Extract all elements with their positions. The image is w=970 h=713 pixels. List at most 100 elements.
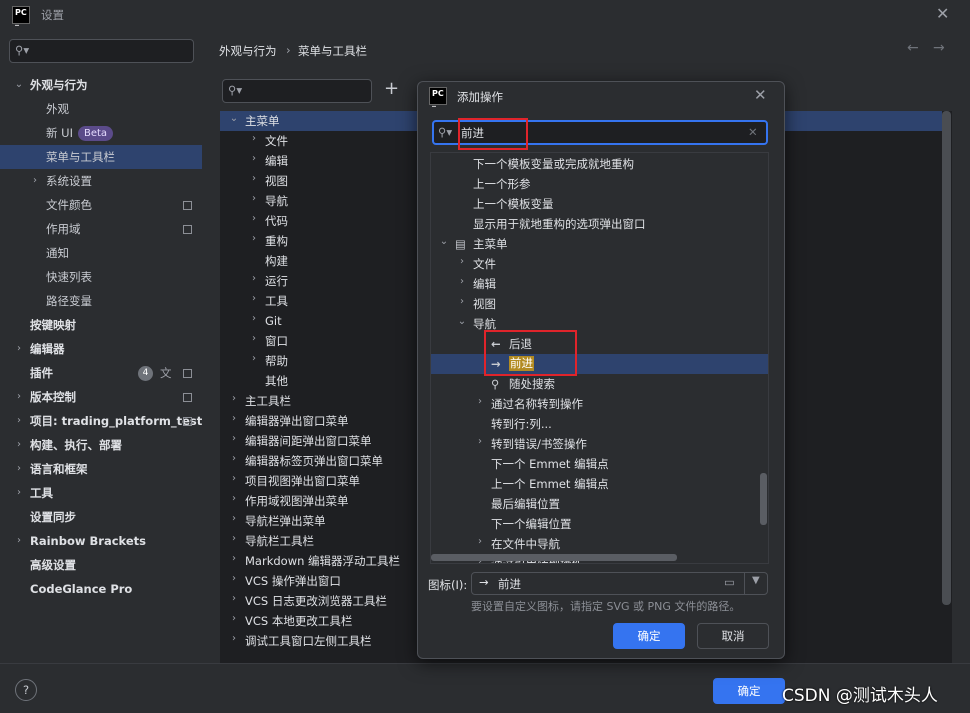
chevron-right-icon[interactable]: › bbox=[227, 629, 241, 653]
action-group-label: 构建 bbox=[265, 254, 288, 268]
sidebar-item-label: 文件颜色 bbox=[46, 198, 92, 212]
action-group-label: 调试工具窗口左侧工具栏 bbox=[245, 634, 372, 648]
sidebar-item[interactable]: 新 UI Beta bbox=[0, 121, 202, 145]
folder-icon[interactable]: ▭ bbox=[724, 575, 735, 589]
actions-search-input[interactable]: ⚲▾ bbox=[222, 79, 372, 103]
sidebar-item[interactable]: › 系统设置 bbox=[0, 169, 202, 193]
dialog-ok-button[interactable]: 确定 bbox=[613, 623, 685, 649]
action-list-item[interactable]: 显示用于就地重构的选项弹出窗口 bbox=[431, 214, 768, 234]
annotation-box-actions bbox=[484, 330, 577, 376]
sidebar-item[interactable]: 插件 4 文 bbox=[0, 361, 202, 385]
sidebar-item[interactable]: › 编辑器 bbox=[0, 337, 202, 361]
chevron-down-icon[interactable]: ⌄ bbox=[437, 232, 451, 256]
sidebar-item[interactable]: 高级设置 bbox=[0, 553, 202, 577]
chevron-right-icon[interactable]: › bbox=[473, 392, 487, 416]
action-list-label: 通过名称转到操作 bbox=[491, 397, 583, 411]
watermark: CSDN @测试木头人 bbox=[782, 686, 938, 706]
sidebar-item-label: 按键映射 bbox=[30, 318, 76, 332]
icon-field-value: 前进 bbox=[498, 577, 521, 591]
clear-search-icon[interactable]: ✕ bbox=[748, 125, 758, 139]
sidebar-item-label: 项目: trading_platform_test bbox=[30, 414, 203, 428]
action-list-item[interactable]: 最后编辑位置 bbox=[431, 494, 768, 514]
icon-field[interactable]: → 前进 ▭ ▼ bbox=[471, 572, 768, 595]
tree-scrollbar[interactable] bbox=[942, 111, 951, 605]
project-level-icon bbox=[183, 417, 192, 426]
chevron-right-icon[interactable]: › bbox=[12, 337, 26, 361]
back-arrow-icon[interactable]: ← bbox=[907, 40, 919, 56]
sidebar-item[interactable]: › Rainbow Brackets bbox=[0, 529, 202, 553]
sidebar-item[interactable]: 文件颜色 bbox=[0, 193, 202, 217]
action-list-item[interactable]: 上一个模板变量 bbox=[431, 194, 768, 214]
chevron-right-icon[interactable]: › bbox=[12, 409, 26, 433]
action-list-item[interactable]: 下一个模板变量或完成就地重构 bbox=[431, 154, 768, 174]
action-list-item[interactable]: › 编辑 bbox=[431, 274, 768, 294]
sidebar-item[interactable]: › 构建、执行、部署 bbox=[0, 433, 202, 457]
sidebar-item-label: 外观与行为 bbox=[30, 78, 88, 92]
sidebar-item[interactable]: CodeGlance Pro bbox=[0, 577, 202, 601]
sidebar-item[interactable]: › 语言和框架 bbox=[0, 457, 202, 481]
dialog-cancel-button[interactable]: 取消 bbox=[697, 623, 769, 649]
list-vertical-scrollbar[interactable] bbox=[760, 473, 767, 525]
action-list-item[interactable]: › 转到错误/书签操作 bbox=[431, 434, 768, 454]
chevron-right-icon[interactable]: › bbox=[12, 481, 26, 505]
sidebar-item[interactable]: 设置同步 bbox=[0, 505, 202, 529]
sidebar-item[interactable]: 菜单与工具栏 bbox=[0, 145, 202, 169]
action-list-item[interactable]: 上一个形参 bbox=[431, 174, 768, 194]
settings-search-input[interactable]: ⚲▾ bbox=[9, 39, 194, 63]
chevron-right-icon[interactable]: › bbox=[12, 529, 26, 553]
action-list-item[interactable]: → 前进 bbox=[431, 354, 768, 374]
action-list-item[interactable]: 转到行:列... bbox=[431, 414, 768, 434]
sidebar-item[interactable]: 作用域 bbox=[0, 217, 202, 241]
chevron-down-icon[interactable]: ⌄ bbox=[12, 73, 26, 97]
action-list-label: 文件 bbox=[473, 257, 496, 271]
help-icon[interactable]: ? bbox=[15, 679, 37, 701]
action-list-item[interactable]: ⚲ 随处搜索 bbox=[431, 374, 768, 394]
action-list-item[interactable]: › 视图 bbox=[431, 294, 768, 314]
sidebar-item[interactable]: › 版本控制 bbox=[0, 385, 202, 409]
action-group-label: VCS 操作弹出窗口 bbox=[245, 574, 341, 588]
add-action-icon[interactable]: + bbox=[384, 78, 399, 99]
ok-button[interactable]: 确定 bbox=[713, 678, 785, 704]
action-list-item[interactable]: ← 后退 bbox=[431, 334, 768, 354]
sidebar-item[interactable]: ⌄ 外观与行为 bbox=[0, 73, 202, 97]
chevron-right-icon[interactable]: › bbox=[12, 433, 26, 457]
chevron-down-icon[interactable]: ⌄ bbox=[227, 109, 241, 133]
action-list-label: 下一个模板变量或完成就地重构 bbox=[473, 157, 634, 171]
action-list-item[interactable]: 下一个 Emmet 编辑点 bbox=[431, 454, 768, 474]
action-list-item[interactable]: › 文件 bbox=[431, 254, 768, 274]
chevron-right-icon[interactable]: › bbox=[247, 229, 261, 253]
forward-arrow-icon[interactable]: → bbox=[933, 40, 945, 56]
sidebar-item[interactable]: › 项目: trading_platform_test bbox=[0, 409, 202, 433]
action-list-item[interactable]: 下一个编辑位置 bbox=[431, 514, 768, 534]
chevron-down-icon[interactable]: ▼ bbox=[752, 575, 760, 586]
annotation-box-search bbox=[458, 118, 528, 150]
chevron-right-icon[interactable]: › bbox=[473, 432, 487, 456]
chevron-right-icon[interactable]: › bbox=[12, 457, 26, 481]
action-list-item[interactable]: ⌄ 导航 bbox=[431, 314, 768, 334]
close-icon[interactable]: ✕ bbox=[754, 86, 767, 104]
chevron-right-icon[interactable]: › bbox=[12, 385, 26, 409]
chevron-right-icon[interactable]: › bbox=[247, 349, 261, 373]
sidebar-item[interactable]: › 工具 bbox=[0, 481, 202, 505]
sidebar-item-label: 作用域 bbox=[46, 222, 81, 236]
action-list-item[interactable]: 上一个 Emmet 编辑点 bbox=[431, 474, 768, 494]
sidebar-item-label: 工具 bbox=[30, 486, 53, 500]
list-horizontal-scrollbar[interactable] bbox=[431, 554, 677, 561]
chevron-right-icon[interactable]: › bbox=[28, 169, 42, 193]
breadcrumb-part-1[interactable]: 外观与行为 bbox=[219, 43, 277, 59]
sidebar-item-label: 系统设置 bbox=[46, 174, 92, 188]
action-list-item[interactable]: › 通过名称转到操作 bbox=[431, 394, 768, 414]
sidebar-item[interactable]: 通知 bbox=[0, 241, 202, 265]
sidebar-item[interactable]: 外观 bbox=[0, 97, 202, 121]
action-list-item[interactable]: ⌄ ▤ 主菜单 bbox=[431, 234, 768, 254]
sidebar-item[interactable]: 快速列表 bbox=[0, 265, 202, 289]
action-list-item[interactable]: › 在文件中导航 bbox=[431, 534, 768, 554]
action-group-label: 主菜单 bbox=[245, 114, 280, 128]
chevron-down-icon[interactable]: ⌄ bbox=[455, 312, 469, 336]
close-icon[interactable]: ✕ bbox=[936, 4, 949, 23]
action-list-label: 转到行:列... bbox=[491, 417, 552, 431]
sidebar-item[interactable]: 路径变量 bbox=[0, 289, 202, 313]
sidebar-item[interactable]: 按键映射 bbox=[0, 313, 202, 337]
settings-sidebar: ⚲▾ ⌄ 外观与行为 外观新 UI Beta 菜单与工具栏 › 系统设置 文件颜色 作用域 通知快… bbox=[0, 30, 202, 663]
window-title: 设置 bbox=[41, 8, 64, 22]
